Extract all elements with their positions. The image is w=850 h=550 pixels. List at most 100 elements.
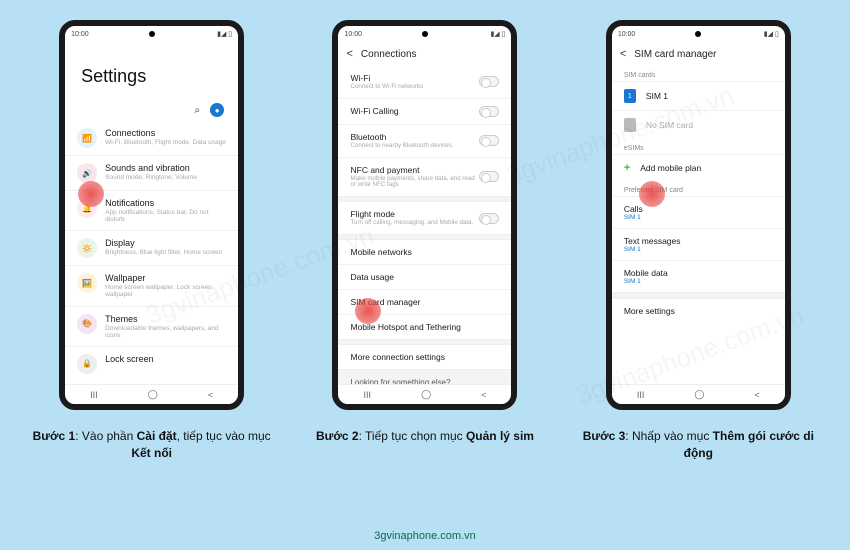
- col-step-3: 10:00 ▮◢ ▯ < SIM card manager SIM cards …: [568, 20, 828, 462]
- row-sim1[interactable]: 1 SIM 1: [612, 81, 785, 110]
- row-title: Display: [105, 238, 226, 248]
- settings-row-themes[interactable]: 🎨 ThemesDownloadable themes, wallpapers, …: [65, 306, 238, 346]
- connections-row-mobile-networks[interactable]: Mobile networks: [338, 240, 511, 264]
- row-title: Wallpaper: [105, 273, 226, 283]
- row-icon: 🎨: [77, 314, 97, 334]
- connections-row-wi-fi[interactable]: Wi-FiConnect to Wi-Fi networks: [338, 66, 511, 98]
- settings-row-wallpaper[interactable]: 🖼️WallpaperHome screen wallpaper, Lock s…: [65, 265, 238, 305]
- phone-2-connections: 10:00 ▮◢ ▯ < Connections Wi-FiConnect to…: [332, 20, 517, 410]
- camera-notch: [695, 31, 701, 37]
- nav-back-icon[interactable]: <: [208, 390, 213, 400]
- android-navbar: III ◯ <: [338, 384, 511, 404]
- row-subtitle: App notifications, Status bar, Do not di…: [105, 209, 226, 223]
- row-title: SIM card manager: [350, 297, 499, 307]
- settings-row-display[interactable]: 🔆 DisplayBrightness, Blue light filter, H…: [65, 230, 238, 265]
- row-icon: 🔒: [77, 354, 97, 374]
- settings-row-lock-screen[interactable]: 🔒 Lock screen: [65, 346, 238, 381]
- nav-home-icon[interactable]: ◯: [148, 389, 158, 400]
- row-subtitle: Make mobile payments, share data, and re…: [350, 176, 479, 190]
- connections-row-data-usage[interactable]: Data usage: [338, 264, 511, 289]
- section-esims: eSIMs: [612, 139, 785, 154]
- connections-header: < Connections: [338, 42, 511, 66]
- row-subtitle: Brightness, Blue light filter, Home scre…: [105, 249, 226, 256]
- toggle-switch[interactable]: [479, 171, 499, 182]
- toggle-switch[interactable]: [479, 76, 499, 87]
- row-title: More connection settings: [350, 352, 499, 362]
- plus-icon: +: [624, 162, 630, 174]
- row-title: Flight mode: [350, 209, 479, 219]
- row-title: Notifications: [105, 198, 226, 208]
- row-subtitle: Turn off calling, messaging, and Mobile …: [350, 220, 479, 227]
- connections-row-more-connection-settings[interactable]: More connection settings: [338, 345, 511, 369]
- search-icon[interactable]: ⌕: [195, 105, 201, 116]
- row-subtitle: Wi-Fi, Bluetooth, Flight mode, Data usag…: [105, 139, 226, 146]
- status-bar: 10:00 ▮◢ ▯: [338, 26, 511, 42]
- nav-home-icon[interactable]: ◯: [694, 389, 704, 400]
- page-title: SIM card manager: [634, 49, 716, 60]
- row-icon: 🔆: [77, 238, 97, 258]
- sim-icon-1: 1: [624, 89, 636, 103]
- row-title: Lock screen: [105, 354, 226, 364]
- android-navbar: III ◯ <: [65, 384, 238, 404]
- nav-recent-icon[interactable]: III: [637, 390, 645, 400]
- status-bar: 10:00 ▮◢ ▯: [612, 26, 785, 42]
- col-step-2: 10:00 ▮◢ ▯ < Connections Wi-FiConnect to…: [295, 20, 555, 462]
- row-icon: 🔔: [77, 198, 97, 218]
- settings-tools: ⌕ ●: [65, 97, 238, 121]
- row-add-mobile-plan[interactable]: + Add mobile plan: [612, 154, 785, 181]
- back-icon[interactable]: <: [346, 48, 352, 60]
- camera-notch: [149, 31, 155, 37]
- nav-back-icon[interactable]: <: [481, 390, 486, 400]
- android-navbar: III ◯ <: [612, 384, 785, 404]
- settings-row-sounds-and-vibration[interactable]: 🔊Sounds and vibrationSound mode, Rington…: [65, 155, 238, 190]
- nav-recent-icon[interactable]: III: [364, 390, 372, 400]
- row-calls[interactable]: CallsSIM 1: [612, 196, 785, 228]
- row-title: Mobile Hotspot and Tethering: [350, 322, 499, 332]
- caption-step-2: Bước 2: Tiếp tục chọn mục Quản lý sim: [316, 428, 534, 445]
- row-title: Bluetooth: [350, 132, 479, 142]
- row-subtitle: Connect to Wi-Fi networks: [350, 84, 479, 91]
- toggle-switch[interactable]: [479, 213, 499, 224]
- row-subtitle: Sound mode, Ringtone, Volume: [105, 174, 226, 181]
- toggle-switch[interactable]: [479, 135, 499, 146]
- row-title: Themes: [105, 314, 226, 324]
- settings-row-notifications[interactable]: 🔔 NotificationsApp notifications, Status …: [65, 190, 238, 230]
- back-icon[interactable]: <: [620, 48, 626, 60]
- row-more-settings[interactable]: More settings: [612, 298, 785, 323]
- col-step-1: 10:00 ▮◢ ▯ Settings ⌕ ● 📶ConnectionsWi-F…: [22, 20, 282, 462]
- status-icons: ▮◢ ▯: [490, 30, 505, 38]
- page-title: Settings: [81, 66, 222, 87]
- connections-row-bluetooth[interactable]: BluetoothConnect to nearby Bluetooth dev…: [338, 124, 511, 157]
- row-subtitle: Downloadable themes, wallpapers, and ico…: [105, 325, 226, 339]
- page-title: Connections: [361, 49, 417, 60]
- status-icons: ▮◢ ▯: [217, 30, 232, 38]
- section-sim-cards: SIM cards: [612, 66, 785, 81]
- phone-1-settings: 10:00 ▮◢ ▯ Settings ⌕ ● 📶ConnectionsWi-F…: [59, 20, 244, 410]
- connections-row-sim-card-manager[interactable]: SIM card manager: [338, 289, 511, 314]
- nav-recent-icon[interactable]: III: [90, 390, 98, 400]
- toggle-switch[interactable]: [479, 106, 499, 117]
- row-title: Connections: [105, 128, 226, 138]
- caption-step-3: Bước 3: Nhấp vào mục Thêm gói cước di độ…: [578, 428, 818, 462]
- sim-icon-empty: [624, 118, 636, 132]
- nav-home-icon[interactable]: ◯: [421, 389, 431, 400]
- row-no-sim: No SIM card: [612, 110, 785, 139]
- status-time: 10:00: [618, 31, 636, 38]
- row-title: Wi-Fi: [350, 73, 479, 83]
- settings-row-connections[interactable]: 📶ConnectionsWi-Fi, Bluetooth, Flight mod…: [65, 121, 238, 155]
- account-icon[interactable]: ●: [210, 103, 224, 117]
- row-title: Mobile networks: [350, 247, 499, 257]
- phone-3-sim-manager: 10:00 ▮◢ ▯ < SIM card manager SIM cards …: [606, 20, 791, 410]
- nav-back-icon[interactable]: <: [755, 390, 760, 400]
- connections-row-nfc-and-payment[interactable]: NFC and paymentMake mobile payments, sha…: [338, 157, 511, 197]
- connections-row-wi-fi-calling[interactable]: Wi-Fi Calling: [338, 98, 511, 124]
- row-text-messages[interactable]: Text messagesSIM 1: [612, 228, 785, 260]
- status-time: 10:00: [71, 31, 89, 38]
- row-icon: 🖼️: [77, 273, 97, 293]
- row-mobile-data[interactable]: Mobile dataSIM 1: [612, 260, 785, 292]
- sim-manager-header: < SIM card manager: [612, 42, 785, 66]
- row-title: Sounds and vibration: [105, 163, 226, 173]
- connections-row-flight-mode[interactable]: Flight modeTurn off calling, messaging, …: [338, 202, 511, 234]
- connections-row-mobile-hotspot-and-tethering[interactable]: Mobile Hotspot and Tethering: [338, 314, 511, 339]
- settings-list: 📶ConnectionsWi-Fi, Bluetooth, Flight mod…: [65, 121, 238, 381]
